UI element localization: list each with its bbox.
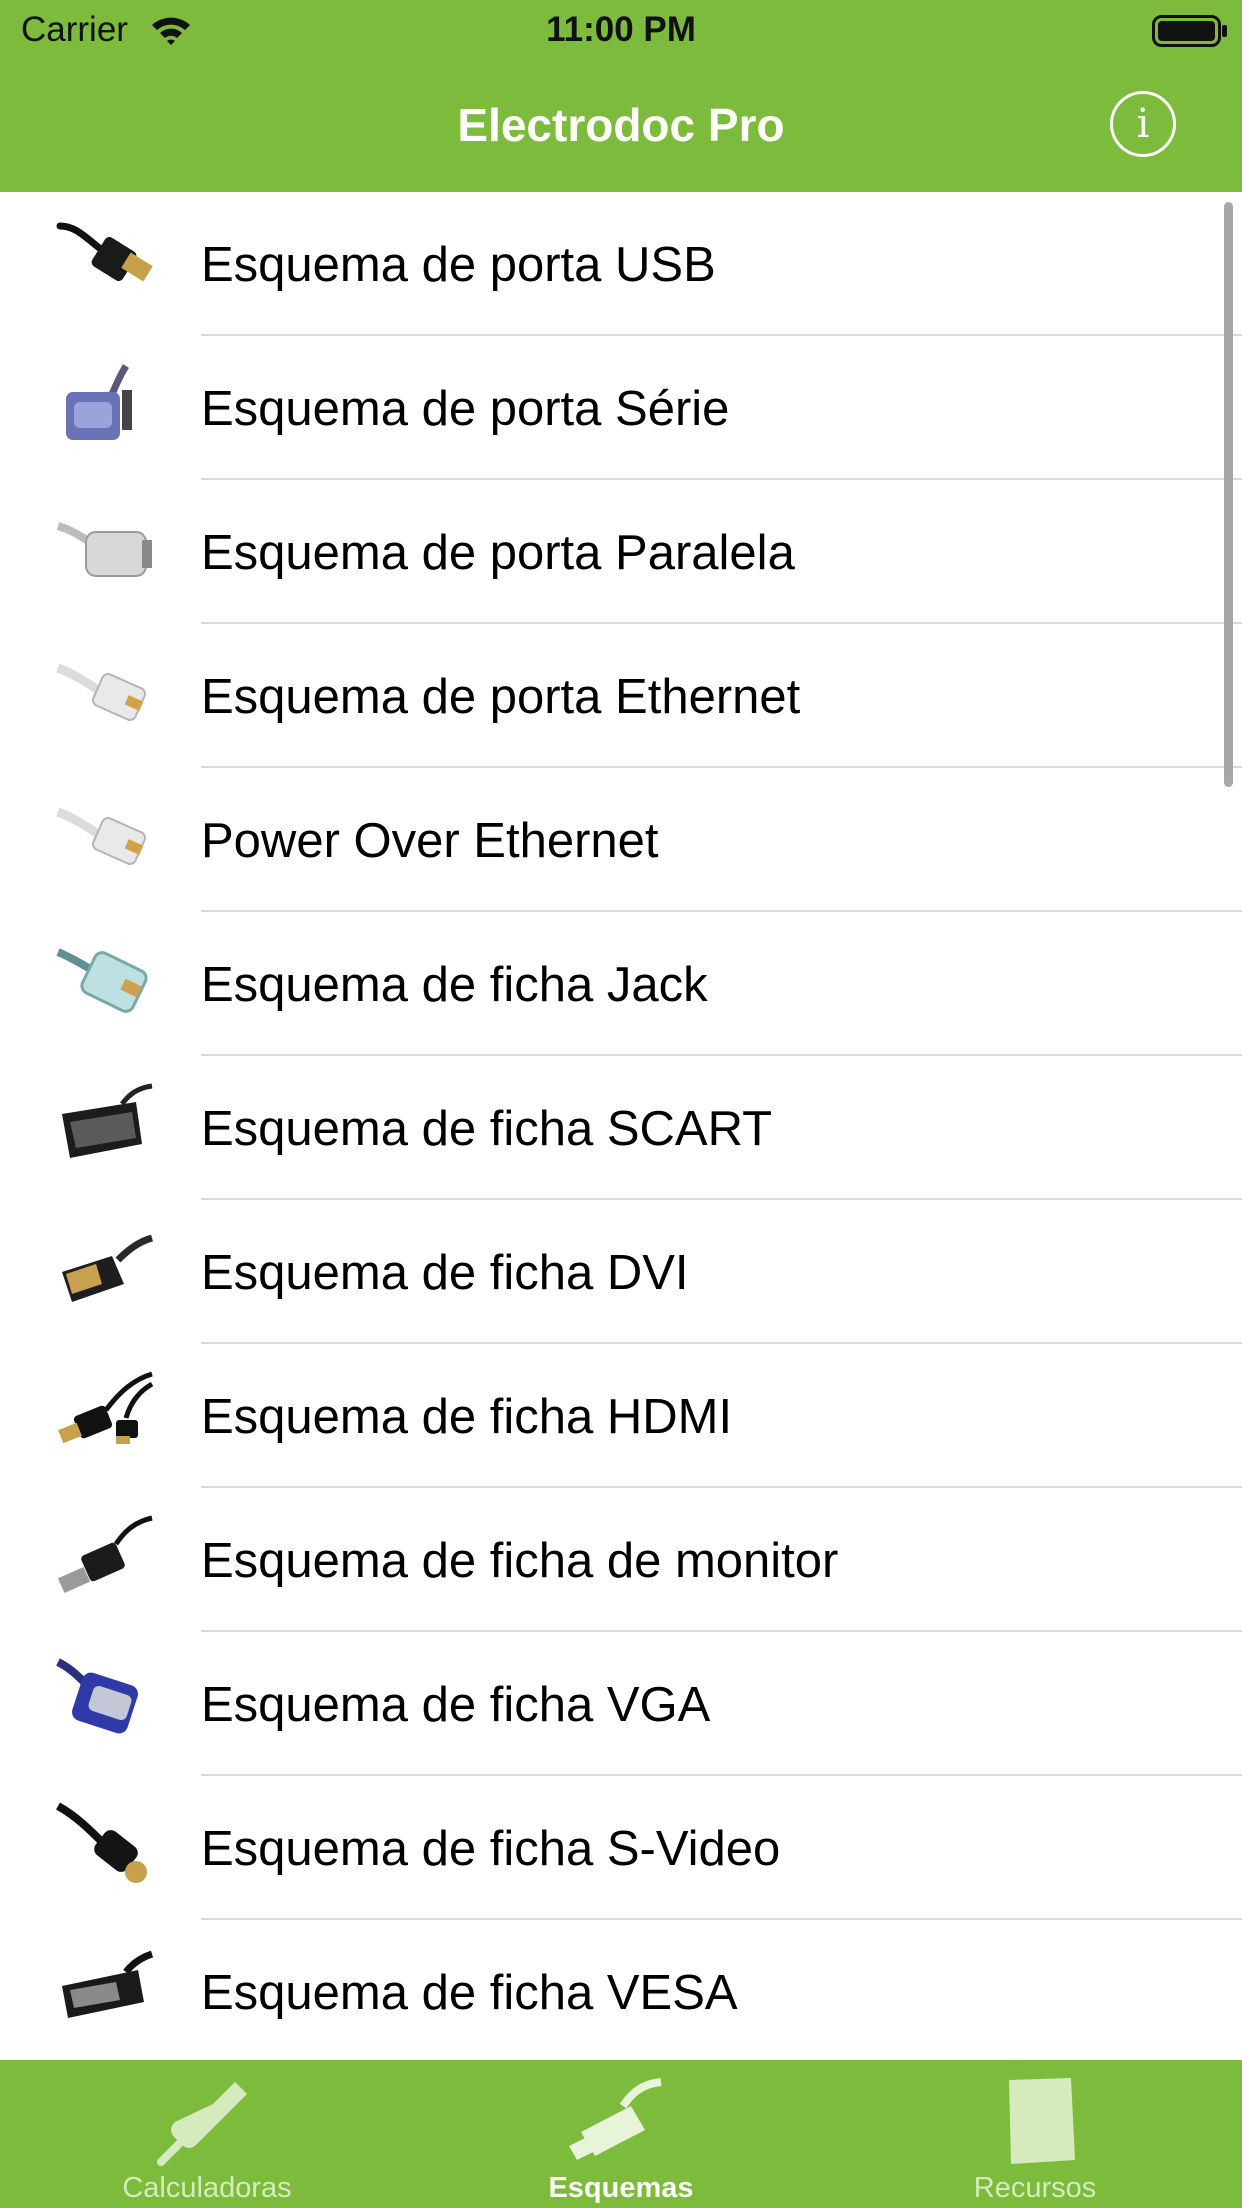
cable-plug-icon	[569, 2078, 662, 2160]
tab-bar: Calculadoras Esquemas Recursos	[0, 2060, 1242, 2208]
serial-db9-icon	[66, 364, 132, 440]
list-item[interactable]: Esquema de ficha Jack	[0, 912, 1242, 1056]
list-item-label: Esquema de ficha HDMI	[201, 1390, 733, 1444]
tab-label: Esquemas	[548, 2172, 694, 2204]
status-bar: Carrier 11:00 PM	[0, 0, 1242, 62]
list-item-label: Esquema de porta USB	[201, 238, 716, 292]
scart-plug-icon	[62, 1083, 153, 1158]
parallel-db25-icon	[56, 522, 152, 577]
list-item-label: Esquema de ficha DVI	[201, 1246, 689, 1300]
tab-calculadoras[interactable]: Calculadoras	[0, 2060, 414, 2208]
ethernet-rj45-icon	[56, 663, 147, 721]
vga-plug-icon	[56, 1658, 138, 1734]
list-item[interactable]: Esquema de ficha S-Video	[0, 1776, 1242, 1920]
schema-list: Esquema de porta USB Esquema de porta Sé…	[0, 192, 1242, 2060]
usb-plug-icon	[56, 222, 153, 282]
dvi-plug-icon	[62, 1234, 154, 1302]
info-icon: i	[1136, 101, 1150, 147]
tab-label: Calculadoras	[122, 2172, 292, 2204]
list-item-label: Esquema de ficha de monitor	[201, 1534, 839, 1588]
list-item-label: Esquema de ficha S-Video	[201, 1822, 781, 1876]
status-time: 11:00 PM	[546, 10, 696, 49]
list-item-label: Esquema de ficha VGA	[201, 1678, 711, 1732]
scrollbar[interactable]	[1224, 202, 1233, 787]
list-item-label: Esquema de ficha SCART	[201, 1102, 773, 1156]
poe-rj45-icon	[56, 807, 147, 865]
list-item[interactable]: Power Over Ethernet	[0, 768, 1242, 912]
tab-recursos[interactable]: Recursos	[828, 2060, 1242, 2208]
page-title: Electrodoc Pro	[457, 99, 785, 151]
list-item[interactable]: Esquema de porta Ethernet	[0, 624, 1242, 768]
displayport-plug-icon	[57, 1515, 153, 1594]
info-button[interactable]: i	[1110, 91, 1176, 157]
tab-label: Recursos	[973, 2172, 1097, 2204]
battery-icon	[1152, 15, 1228, 52]
list-item[interactable]: Esquema de porta Série	[0, 336, 1242, 480]
rj11-jack-icon	[56, 948, 148, 1013]
list-item[interactable]: Esquema de ficha VESA	[0, 1920, 1242, 2060]
hdmi-plug-icon	[58, 1371, 154, 1444]
list-item-label: Esquema de porta Ethernet	[201, 670, 801, 724]
list-item-label: Esquema de ficha Jack	[201, 958, 708, 1012]
list-item-label: Esquema de ficha VESA	[201, 1966, 738, 2020]
list-item[interactable]: Esquema de ficha de monitor	[0, 1488, 1242, 1632]
list-item[interactable]: Esquema de ficha VGA	[0, 1632, 1242, 1776]
list-item[interactable]: Esquema de ficha HDMI	[0, 1344, 1242, 1488]
vesa-plug-icon	[62, 1950, 154, 2018]
list-item-label: Esquema de porta Série	[201, 382, 730, 436]
list-item[interactable]: Esquema de porta USB	[0, 192, 1242, 336]
list-item[interactable]: Esquema de ficha DVI	[0, 1200, 1242, 1344]
list-item-label: Esquema de porta Paralela	[201, 526, 795, 580]
list-item[interactable]: Esquema de porta Paralela	[0, 480, 1242, 624]
document-icon	[1009, 2078, 1075, 2164]
svideo-plug-icon	[56, 1802, 147, 1883]
navigation-bar: Carrier 11:00 PM Electrodoc Pro i	[0, 0, 1242, 192]
tab-esquemas[interactable]: Esquemas	[414, 2060, 828, 2208]
calculator-probe-icon	[157, 2082, 247, 2166]
list-item-label: Power Over Ethernet	[201, 814, 659, 868]
list-item[interactable]: Esquema de ficha SCART	[0, 1056, 1242, 1200]
